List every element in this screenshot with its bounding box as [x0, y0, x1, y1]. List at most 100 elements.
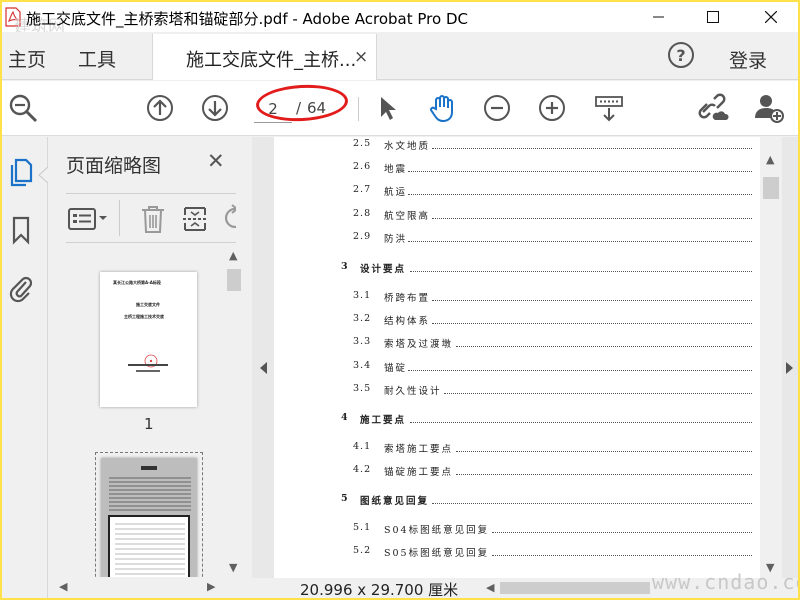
document-tab[interactable]: 施工交底文件_主桥... ×	[152, 34, 377, 80]
insert-pages-icon	[183, 207, 207, 231]
tab-close-button[interactable]: ×	[354, 47, 368, 67]
thumbnail-options-button[interactable]	[66, 204, 112, 234]
menu-tools[interactable]: 工具	[78, 45, 116, 72]
collapse-left-arrow-icon	[260, 362, 267, 374]
document-vertical-scrollbar[interactable]: ▲ ▼	[760, 137, 782, 578]
page-thumbnail-2[interactable]	[101, 458, 197, 577]
thumbnail-vertical-scrollbar[interactable]: ▲ ▼	[225, 247, 243, 577]
thumbnail-title-line: 某长江公路大桥第A-A标段	[113, 280, 161, 285]
thumbnail-title-line: 施工交底文件	[136, 302, 160, 307]
select-tool-button[interactable]	[371, 91, 405, 125]
toc-text: 设计要点	[360, 264, 407, 275]
scroll-left-arrow-icon[interactable]: ◀	[486, 581, 494, 594]
toc-leader	[432, 323, 752, 324]
hand-icon	[430, 95, 453, 123]
page-thumbnails-tab[interactable]	[6, 157, 36, 187]
toc-row[interactable]: 3.2 结构体系	[274, 313, 760, 331]
toc-number: 3	[341, 261, 349, 272]
thumbnail-toolbar	[66, 193, 236, 243]
toc-number: 2.7	[353, 184, 372, 195]
page-display-button[interactable]	[592, 91, 626, 125]
toc-number: 3.3	[353, 336, 372, 347]
toc-section-row[interactable]: 4 施工要点	[274, 412, 760, 430]
attachments-tab[interactable]	[6, 273, 36, 303]
menu-home[interactable]: 主页	[8, 45, 46, 72]
page-navigator: 2 / 64	[254, 95, 344, 123]
toc-number: 3.4	[353, 360, 372, 371]
expand-right-panel-handle[interactable]	[782, 137, 798, 578]
previous-page-button[interactable]	[143, 91, 177, 125]
scroll-up-arrow-icon[interactable]: ▲	[766, 153, 774, 166]
toc-row[interactable]: 2.6 地震	[274, 161, 760, 179]
rotate-page-button[interactable]	[218, 202, 236, 236]
toc-leader	[410, 271, 752, 272]
scroll-up-arrow-icon[interactable]: ▲	[229, 249, 237, 262]
toc-lines-preview	[108, 477, 191, 577]
toc-leader	[456, 474, 752, 475]
toc-leader	[456, 346, 752, 347]
next-page-button[interactable]	[198, 91, 232, 125]
toc-leader	[456, 451, 752, 452]
scroll-left-arrow-icon[interactable]: ◀	[59, 580, 67, 593]
thumbnail-horizontal-scrollbar[interactable]: ◀ ▶	[49, 577, 225, 597]
zoom-out-button[interactable]	[480, 91, 514, 125]
toc-row[interactable]: 2.7 航运	[274, 184, 760, 202]
hand-tool-button[interactable]	[426, 91, 460, 125]
toc-row[interactable]: 2.5 水文地质	[274, 138, 760, 156]
toc-text: 锚碇施工要点	[384, 467, 454, 478]
toc-row[interactable]: 4.2 锚碇施工要点	[274, 464, 760, 482]
login-button[interactable]: 登录	[729, 46, 767, 73]
page-thumbnail-1[interactable]: 某长江公路大桥第A-A标段 施工交底文件 主桥工程施工技术交底	[100, 272, 197, 407]
zoom-in-button[interactable]	[535, 91, 569, 125]
toc-row[interactable]: 2.8 航空限高	[274, 208, 760, 226]
toc-text: S05标图纸意见回复	[384, 548, 490, 559]
minimize-button[interactable]	[636, 2, 682, 32]
toc-row[interactable]: 5.1 S04标图纸意见回复	[274, 522, 760, 540]
add-user-button[interactable]	[752, 91, 786, 125]
toc-row[interactable]: 3.3 索塔及过渡墩	[274, 336, 760, 354]
expand-right-arrow-icon	[786, 362, 793, 374]
toc-row[interactable]: 4.1 索塔施工要点	[274, 441, 760, 459]
toc-number: 2.5	[353, 138, 372, 149]
document-page[interactable]: 2.5 水文地质 2.6 地震 2.7 航运 2.8 航空限高 2.9 防洪 3 设计要点 …	[274, 137, 760, 578]
maximize-icon	[707, 11, 719, 23]
toc-row[interactable]: 5.2 S05标图纸意见回复	[274, 545, 760, 563]
menu-bar: 主页 工具 施工交底文件_主桥... × ? 登录	[2, 32, 798, 80]
close-window-button[interactable]	[748, 2, 794, 32]
current-page-input[interactable]: 2	[254, 95, 292, 123]
acrobat-window: 建筑网 施工交底文件_主桥索塔和锚碇部分.pdf - Adobe Acrobat…	[2, 2, 798, 598]
scroll-right-arrow-icon[interactable]: ▶	[207, 580, 215, 593]
maximize-button[interactable]	[690, 2, 736, 32]
delete-page-button[interactable]	[136, 202, 170, 236]
toc-row[interactable]: 3.5 耐久性设计	[274, 383, 760, 401]
panel-close-button[interactable]: ✕	[207, 149, 225, 173]
scrollbar-thumb[interactable]	[763, 177, 779, 199]
scroll-down-arrow-icon[interactable]: ▼	[229, 561, 237, 574]
page-thumbnail-2-selected[interactable]	[95, 452, 203, 577]
toc-section-row[interactable]: 5 图纸意见回复	[274, 493, 760, 511]
document-tab-label: 施工交底文件_主桥...	[186, 50, 357, 71]
toc-text: 图纸意见回复	[360, 496, 430, 507]
toc-row[interactable]: 3.4 锚碇	[274, 360, 760, 378]
minimize-icon	[653, 16, 664, 18]
toc-text: 航空限高	[384, 211, 431, 222]
help-button[interactable]: ?	[668, 42, 694, 68]
scrollbar-thumb[interactable]	[227, 269, 241, 291]
insert-page-button[interactable]	[178, 202, 212, 236]
toc-text: 索塔施工要点	[384, 444, 454, 455]
toc-number: 2.6	[353, 161, 372, 172]
scrollbar-thumb[interactable]	[500, 582, 650, 594]
toc-row[interactable]: 3.1 桥跨布置	[274, 290, 760, 308]
toc-number: 3.2	[353, 313, 372, 324]
toc-section-row[interactable]: 3 设计要点	[274, 261, 760, 279]
toc-row[interactable]: 2.9 防洪	[274, 231, 760, 249]
toc-text: 耐久性设计	[384, 386, 442, 397]
cursor-arrow-icon	[381, 97, 396, 120]
share-link-button[interactable]	[696, 91, 730, 125]
toc-number: 3.1	[353, 290, 372, 301]
zoom-search-button[interactable]	[6, 91, 40, 125]
thumbnail-footer-line	[128, 364, 168, 366]
collapse-left-panel-handle[interactable]	[252, 137, 274, 578]
bookmarks-tab[interactable]	[6, 215, 36, 245]
toc-number: 4.1	[353, 441, 372, 452]
